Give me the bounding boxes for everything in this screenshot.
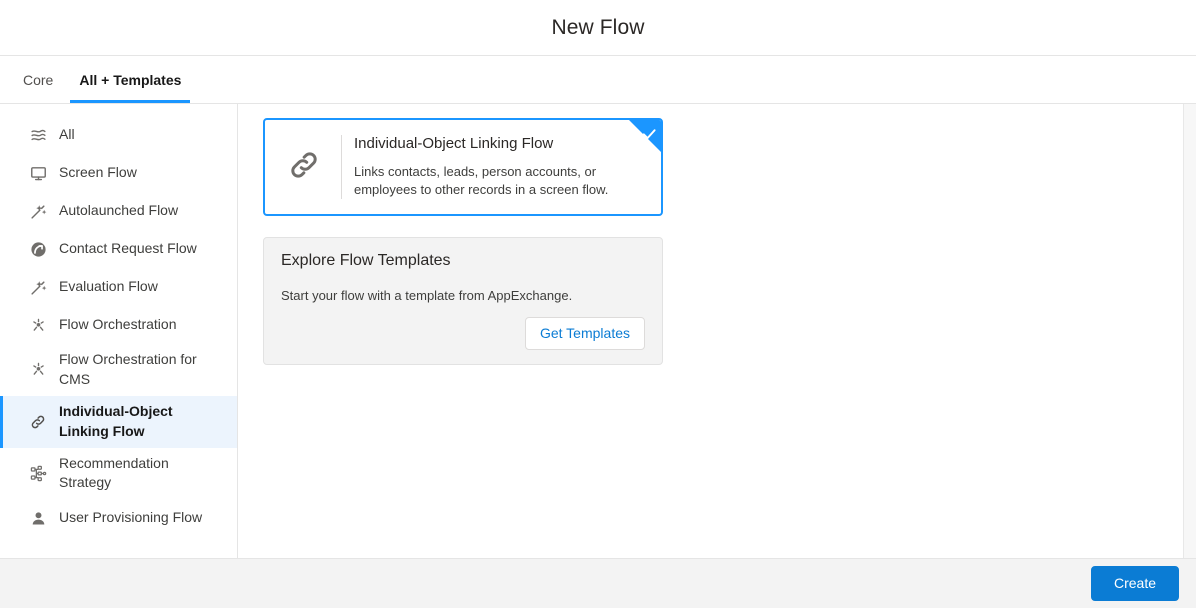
sidebar-item-user-provisioning-flow[interactable]: User Provisioning Flow bbox=[0, 499, 237, 537]
sidebar-item-label: Flow Orchestration for CMS bbox=[59, 351, 197, 387]
new-flow-modal: New Flow Core All + Templates All Screen… bbox=[0, 0, 1196, 608]
modal-body: All Screen Flow Autolaunched Flow Contac… bbox=[0, 104, 1196, 558]
create-button[interactable]: Create bbox=[1090, 566, 1179, 601]
sidebar-item-screen-flow[interactable]: Screen Flow bbox=[0, 154, 237, 192]
sidebar-item-contact-request-flow[interactable]: Contact Request Flow bbox=[0, 230, 237, 268]
sidebar-item-label: Individual-Object Linking Flow bbox=[59, 402, 173, 439]
modal-header: New Flow bbox=[0, 0, 1196, 56]
flow-type-card-individual-object-linking-flow[interactable]: Individual-Object Linking Flow Links con… bbox=[263, 118, 663, 216]
flow-content-pane: Individual-Object Linking Flow Links con… bbox=[238, 104, 1196, 558]
page-title: New Flow bbox=[551, 15, 645, 39]
sidebar-item-label: Flow Orchestration bbox=[59, 316, 177, 333]
sidebar-item-label: User Provisioning Flow bbox=[59, 509, 203, 526]
explore-flow-templates-panel: Explore Flow Templates Start your flow w… bbox=[263, 237, 663, 365]
sidebar-item-label: All bbox=[59, 126, 75, 143]
sidebar-item-label: Recommendation Strategy bbox=[59, 454, 169, 491]
get-templates-button[interactable]: Get Templates bbox=[524, 317, 645, 350]
templates-panel-subtitle: Start your flow with a template from App… bbox=[281, 288, 573, 303]
sidebar-item-evaluation-flow[interactable]: Evaluation Flow bbox=[0, 268, 237, 306]
sidebar-item-flow-orchestration-for-cms[interactable]: Flow Orchestration for CMS bbox=[0, 344, 237, 396]
sidebar-item-label: Autolaunched Flow bbox=[59, 202, 179, 219]
sidebar-item-recommendation-strategy[interactable]: Recommendation Strategy bbox=[0, 448, 237, 500]
layers-icon bbox=[28, 125, 48, 145]
sidebar-item-flow-orchestration[interactable]: Flow Orchestration bbox=[0, 306, 237, 344]
orchestration-icon bbox=[28, 360, 48, 380]
sidebar-item-all[interactable]: All bbox=[0, 116, 237, 154]
monitor-icon bbox=[28, 163, 48, 183]
sidebar-item-label: Contact Request Flow bbox=[59, 240, 197, 257]
flow-type-sidebar: All Screen Flow Autolaunched Flow Contac… bbox=[0, 104, 238, 558]
flow-card-description: Links contacts, leads, person accounts, … bbox=[354, 164, 609, 197]
link-icon bbox=[286, 147, 322, 188]
content-scrollbar-gutter[interactable] bbox=[1183, 104, 1196, 558]
templates-panel-title: Explore Flow Templates bbox=[281, 252, 451, 269]
selected-badge bbox=[629, 120, 661, 152]
flow-card-title: Individual-Object Linking Flow bbox=[354, 135, 554, 152]
strategy-tree-icon bbox=[28, 463, 48, 483]
sidebar-item-individual-object-linking-flow[interactable]: Individual-Object Linking Flow bbox=[0, 395, 237, 448]
flow-card-icon-area bbox=[265, 120, 342, 214]
magic-wand-icon bbox=[28, 277, 48, 297]
tab-bar: Core All + Templates bbox=[0, 56, 1196, 104]
link-icon bbox=[28, 412, 48, 432]
templates-panel-actions: Get Templates bbox=[281, 317, 645, 350]
magic-wand-icon bbox=[28, 201, 48, 221]
sidebar-item-label: Evaluation Flow bbox=[59, 278, 158, 295]
orchestration-icon bbox=[28, 315, 48, 335]
user-icon bbox=[28, 508, 48, 528]
sidebar-item-autolaunched-flow[interactable]: Autolaunched Flow bbox=[0, 192, 237, 230]
tab-all-templates[interactable]: All + Templates bbox=[66, 56, 194, 103]
tab-core[interactable]: Core bbox=[10, 56, 66, 103]
modal-footer: Create bbox=[0, 558, 1196, 608]
sidebar-item-label: Screen Flow bbox=[59, 164, 137, 181]
contact-request-icon bbox=[28, 239, 48, 259]
flow-card-text-area: Individual-Object Linking Flow Links con… bbox=[342, 120, 661, 214]
